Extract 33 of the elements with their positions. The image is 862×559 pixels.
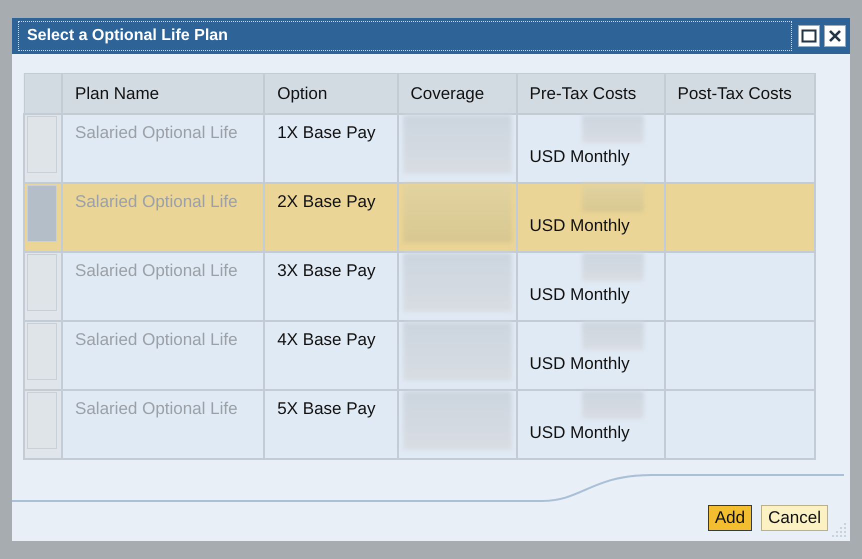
window-title: Select a Optional Life Plan (18, 21, 792, 51)
table-cell: 3X Base Pay (264, 252, 398, 321)
column-header: Option (264, 74, 398, 114)
column-header: Pre-Tax Costs (516, 74, 664, 114)
cost-unit: USD Monthly (530, 147, 631, 167)
row-selector[interactable] (27, 185, 57, 242)
row-selector[interactable] (27, 254, 57, 311)
cost-unit: USD Monthly (530, 285, 631, 305)
redacted-value (582, 253, 644, 281)
resize-grip-icon[interactable] (830, 521, 848, 539)
row-selector[interactable] (27, 116, 57, 173)
maximize-icon[interactable] (798, 25, 820, 47)
table-cell: Salaried Optional Life (62, 390, 264, 459)
add-button[interactable]: Add (708, 505, 752, 531)
cancel-button[interactable]: Cancel (761, 505, 828, 531)
table-cell: 5X Base Pay (264, 390, 398, 459)
table-cell: Salaried Optional Life (62, 252, 264, 321)
redacted-value (582, 391, 644, 419)
table-cell: Salaried Optional Life (62, 321, 264, 390)
cost-unit: USD Monthly (530, 354, 631, 374)
cost-unit: USD Monthly (530, 423, 631, 443)
column-header: Coverage (398, 74, 516, 114)
row-selector[interactable] (27, 323, 57, 380)
redacted-value (582, 322, 644, 350)
row-selector[interactable] (27, 392, 57, 449)
table-cell: 4X Base Pay (264, 321, 398, 390)
table-cell: Salaried Optional Life (62, 183, 264, 252)
cost-unit: USD Monthly (530, 216, 631, 236)
column-header: Post-Tax Costs (664, 74, 815, 114)
column-header: Plan Name (62, 74, 264, 114)
close-icon[interactable] (824, 25, 846, 47)
redacted-value (582, 115, 644, 143)
table-cell: 2X Base Pay (264, 183, 398, 252)
